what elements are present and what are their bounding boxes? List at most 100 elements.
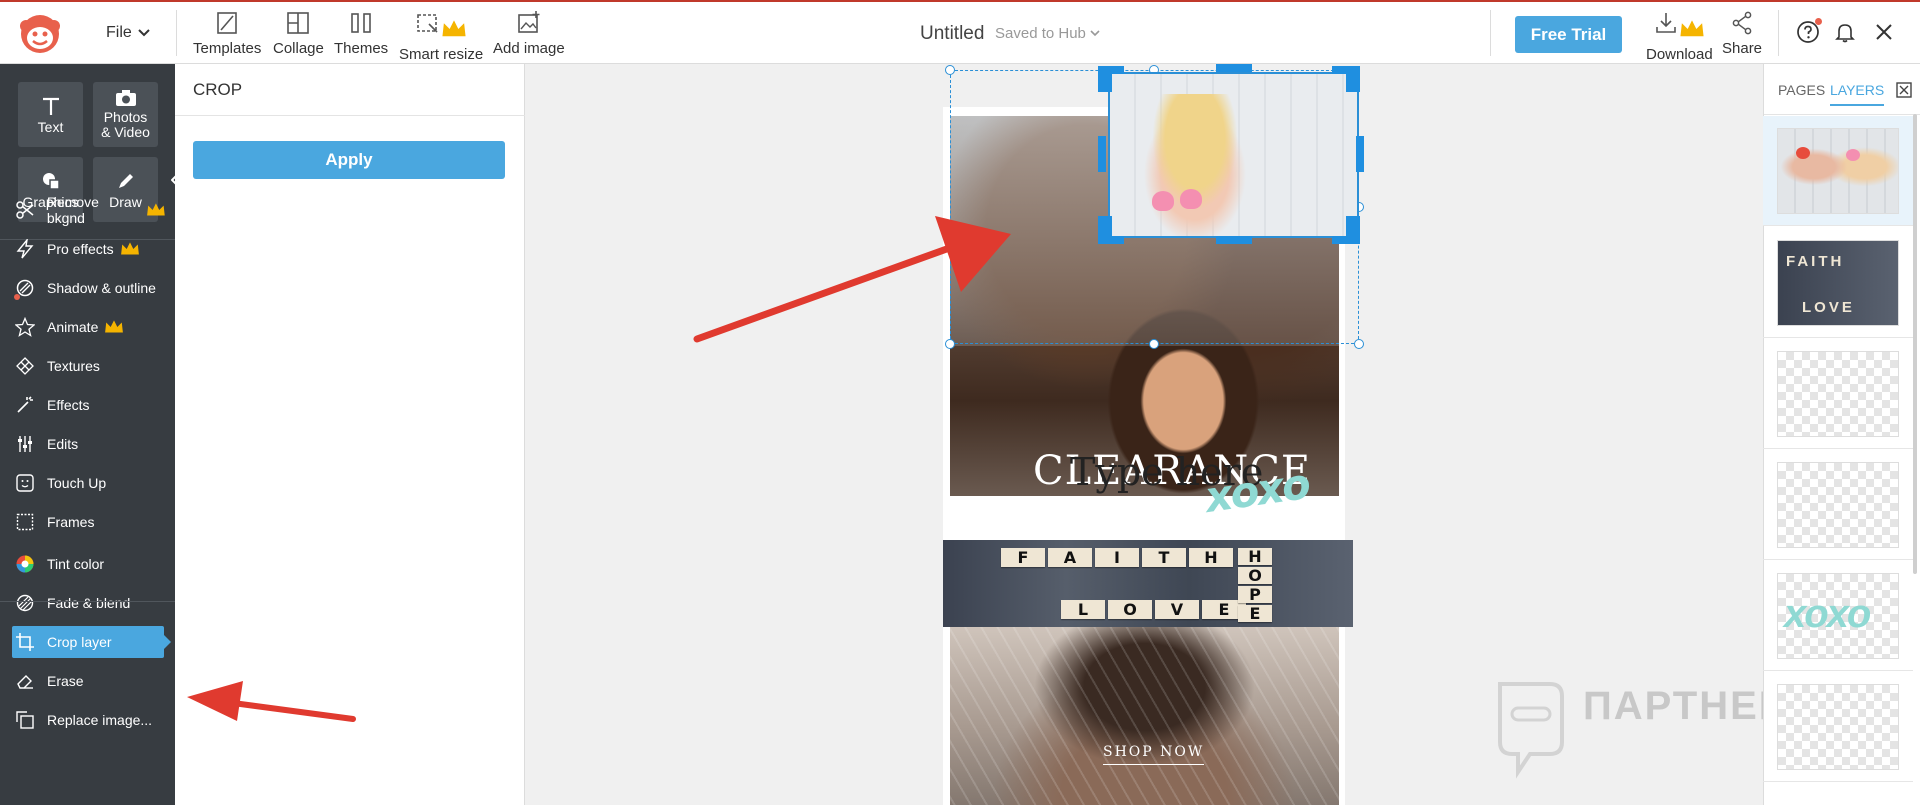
tab-layers[interactable]: LAYERS xyxy=(1830,82,1885,106)
sidebar-item-crop-layer[interactable]: Crop layer xyxy=(12,626,171,658)
sidebar-item-shadow-outline[interactable]: Shadow & outline xyxy=(14,272,166,304)
sidebar-item-label: Frames xyxy=(47,514,95,530)
add-image-button[interactable]: Add image xyxy=(493,10,565,57)
couple-photo xyxy=(1135,94,1255,236)
letter-tile: O xyxy=(1108,600,1152,619)
crop-corner-handle[interactable] xyxy=(1098,66,1124,74)
sidebar-item-label: Fade & blend xyxy=(47,595,131,611)
download-button[interactable]: Download xyxy=(1646,10,1713,63)
texture-icon xyxy=(14,355,36,377)
free-trial-button[interactable]: Free Trial xyxy=(1515,16,1622,53)
download-label: Download xyxy=(1646,46,1713,63)
notifications-button[interactable] xyxy=(1831,18,1859,46)
letter-tile: H xyxy=(1238,547,1272,566)
sidebar-item-remove-bkgnd[interactable]: Remove bkgnd xyxy=(14,194,166,226)
templates-button[interactable]: Templates xyxy=(193,10,261,57)
save-status[interactable]: Saved to Hub xyxy=(995,25,1100,42)
sidebar-item-label: Textures xyxy=(47,358,100,374)
sidebar-item-fade-blend[interactable]: Fade & blend xyxy=(14,587,166,619)
close-editor-button[interactable] xyxy=(1870,18,1898,46)
picmonkey-logo-icon[interactable] xyxy=(18,12,62,56)
sidebar-item-label: Tint color xyxy=(47,556,105,572)
smart-resize-button[interactable]: Smart resize xyxy=(399,10,483,63)
crop-edge-handle[interactable] xyxy=(1356,136,1364,172)
sidebar-item-textures[interactable]: Textures xyxy=(14,350,166,382)
layer-item[interactable]: xoxo xyxy=(1763,561,1913,671)
document-title[interactable]: Untitled xyxy=(920,23,984,45)
layer-item[interactable] xyxy=(1763,450,1913,560)
red-arrow-annotation xyxy=(693,216,1011,343)
thumb-xoxo-text: xoxo xyxy=(1784,592,1871,636)
collage-icon xyxy=(287,12,310,34)
letter-tile: H xyxy=(1189,548,1233,567)
save-status-label: Saved to Hub xyxy=(995,25,1086,42)
crop-corner-handle[interactable] xyxy=(1332,66,1360,74)
sidebar-item-effects[interactable]: Effects xyxy=(14,389,166,421)
sidebar-item-tint-color[interactable]: Tint color xyxy=(14,548,166,580)
apply-button[interactable]: Apply xyxy=(193,141,505,179)
close-icon xyxy=(1876,24,1892,40)
crown-icon xyxy=(120,242,139,255)
layer-item[interactable] xyxy=(1763,116,1913,226)
hammock-texture xyxy=(950,627,1339,805)
chevron-down-icon xyxy=(138,29,150,37)
shop-now-text[interactable]: SHOP NOW xyxy=(1103,744,1205,765)
sidebar-item-animate[interactable]: Animate xyxy=(14,311,166,343)
thumb-faith-text: FAITH xyxy=(1786,253,1845,270)
faith-hope-love-image[interactable]: FAITH LOVE HOPE xyxy=(943,540,1353,627)
layer-item[interactable] xyxy=(1763,672,1913,782)
layer-item[interactable] xyxy=(1763,339,1913,449)
resize-handle[interactable] xyxy=(1149,339,1159,349)
crop-corner-handle[interactable] xyxy=(1332,236,1360,244)
file-menu[interactable]: File xyxy=(106,24,150,42)
divider xyxy=(0,601,175,602)
sidebar-item-frames[interactable]: Frames xyxy=(14,506,166,538)
heart-icon xyxy=(1846,149,1860,161)
canvas-area[interactable]: FAITH LOVE HOPE CLEARANCE Type here xoxo… xyxy=(525,64,1763,805)
sidebar-item-label: Effects xyxy=(47,397,90,413)
text-tool-tile[interactable]: Text xyxy=(18,82,83,147)
letter-tile: P xyxy=(1238,585,1272,604)
crop-edge-handle[interactable] xyxy=(1216,64,1252,72)
sidebar-item-erase[interactable]: Erase xyxy=(14,665,166,697)
wand-icon xyxy=(14,394,36,416)
sidebar-item-label: Shadow & outline xyxy=(47,280,156,296)
templates-icon xyxy=(217,12,237,34)
letter-tile: V xyxy=(1155,600,1199,619)
sidebar-item-touch-up[interactable]: Touch Up xyxy=(14,467,166,499)
blend-icon xyxy=(14,592,36,614)
sidebar-item-replace-image[interactable]: Replace image... xyxy=(14,704,166,736)
themes-button[interactable]: Themes xyxy=(334,10,388,57)
sidebar-item-label: Remove bkgnd xyxy=(46,194,99,226)
collage-button[interactable]: Collage xyxy=(273,10,324,57)
crop-region[interactable] xyxy=(1108,72,1359,238)
photos-video-tile[interactable]: Photos & Video xyxy=(93,82,158,147)
add-image-icon xyxy=(518,11,540,33)
scissors-icon xyxy=(14,199,36,221)
sidebar-item-edits[interactable]: Edits xyxy=(14,428,166,460)
crown-icon xyxy=(1680,20,1704,37)
resize-handle[interactable] xyxy=(945,65,955,75)
close-panel-icon[interactable] xyxy=(1896,82,1912,98)
share-label: Share xyxy=(1722,40,1763,57)
tab-pages[interactable]: PAGES xyxy=(1778,82,1825,98)
divider xyxy=(1490,10,1491,56)
resize-handle[interactable] xyxy=(1354,339,1364,349)
crop-corner-handle[interactable] xyxy=(1098,236,1124,244)
letter-tile: F xyxy=(1001,548,1045,567)
layers-scrollbar[interactable] xyxy=(1913,114,1917,574)
crop-edge-handle[interactable] xyxy=(1098,136,1106,172)
help-button[interactable] xyxy=(1794,18,1822,46)
templates-label: Templates xyxy=(193,40,262,57)
eraser-icon xyxy=(14,670,36,692)
layer-item[interactable]: FAITH LOVE xyxy=(1763,228,1913,338)
sidebar-item-label: Edits xyxy=(47,436,79,452)
faith-tiles: FAITH xyxy=(1001,548,1233,567)
heart-icon xyxy=(1796,147,1810,159)
letter-tile: I xyxy=(1095,548,1139,567)
file-menu-label: File xyxy=(106,24,132,41)
crop-edge-handle[interactable] xyxy=(1216,236,1252,244)
sidebar-item-pro-effects[interactable]: Pro effects xyxy=(14,233,166,265)
camera-icon xyxy=(115,90,136,107)
share-button[interactable]: Share xyxy=(1722,10,1762,57)
